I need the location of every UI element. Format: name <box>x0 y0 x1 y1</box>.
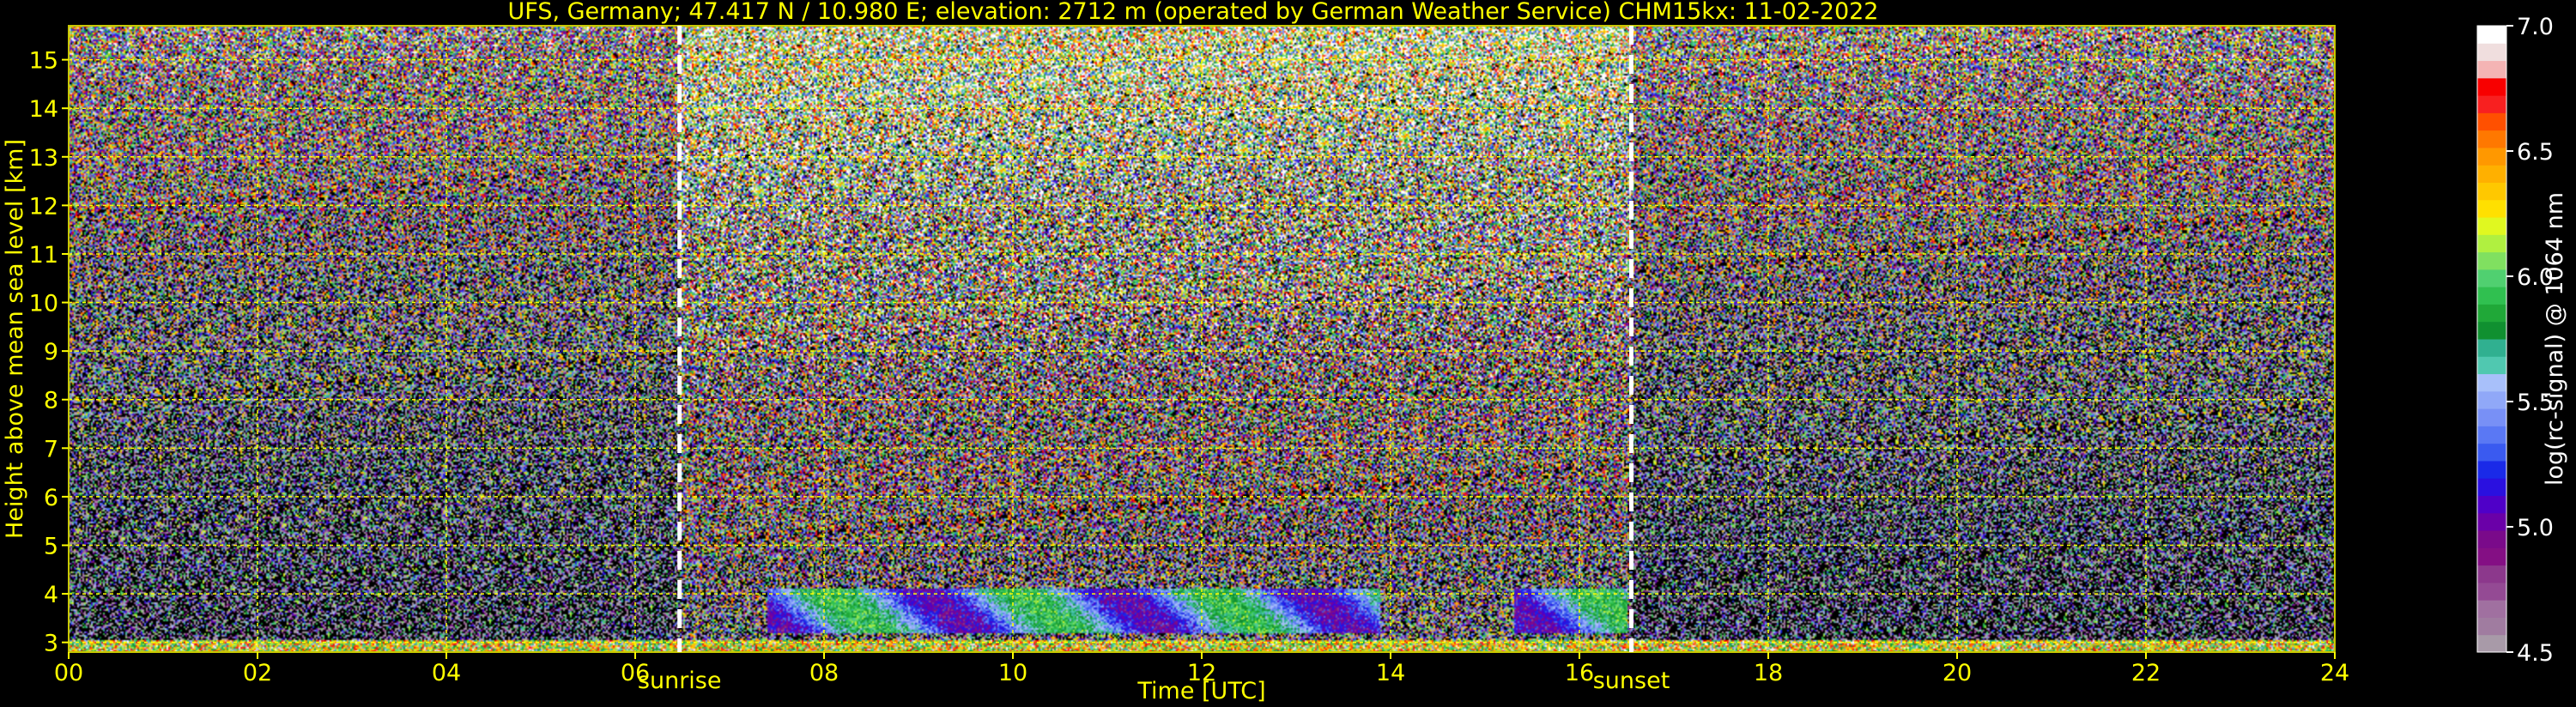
colorbar-swatch <box>2477 199 2506 218</box>
x-tick-label: 08 <box>809 660 839 686</box>
colorbar-swatch <box>2477 321 2506 340</box>
y-tick-label: 6 <box>44 485 58 511</box>
colorbar-swatch <box>2477 373 2506 392</box>
y-tick-label: 9 <box>44 339 58 366</box>
x-tick-label: 16 <box>1565 660 1594 686</box>
y-tick-label: 14 <box>29 96 58 123</box>
y-axis-label: Height above mean sea level [km] <box>2 139 28 539</box>
y-tick-label: 12 <box>29 193 58 220</box>
colorbar-swatch <box>2477 95 2506 113</box>
x-tick-label: 14 <box>1376 660 1405 686</box>
x-tick-label: 00 <box>54 660 83 686</box>
colorbar-swatch <box>2477 112 2506 131</box>
colorbar-swatch <box>2477 495 2506 514</box>
y-tick-label: 3 <box>44 631 58 657</box>
colorbar-swatch <box>2477 460 2506 479</box>
colorbar-swatch <box>2477 26 2506 44</box>
colorbar-swatch <box>2477 304 2506 323</box>
x-tick-label: 04 <box>432 660 461 686</box>
backscatter-heatmap <box>69 26 2335 652</box>
y-tick-label: 10 <box>29 291 58 317</box>
colorbar-swatch <box>2477 547 2506 566</box>
colorbar-swatch <box>2477 43 2506 62</box>
colorbar-label: log(rc-signal) @ 1064 nm <box>2542 192 2568 486</box>
colorbar-swatch <box>2477 390 2506 409</box>
colorbar-swatch <box>2477 130 2506 148</box>
colorbar-swatch <box>2477 478 2506 496</box>
colorbar-swatch <box>2477 634 2506 653</box>
colorbar-swatch <box>2477 165 2506 183</box>
x-tick-label: 10 <box>998 660 1027 686</box>
colorbar-swatch <box>2477 251 2506 270</box>
colorbar-swatch <box>2477 77 2506 96</box>
colorbar-swatch <box>2477 408 2506 426</box>
colorbar-swatch <box>2477 530 2506 548</box>
colorbar-swatch <box>2477 600 2506 618</box>
colorbar-swatch <box>2477 147 2506 166</box>
colorbar-swatch <box>2477 582 2506 601</box>
colorbar-tick-label: 7.0 <box>2517 14 2554 40</box>
colorbar-swatch <box>2477 426 2506 444</box>
colorbar-tick-label: 5.0 <box>2517 515 2554 541</box>
sunrise-label: sunrise <box>638 668 722 694</box>
sunset-label: sunset <box>1593 668 1670 694</box>
y-tick-label: 7 <box>44 436 58 462</box>
y-tick-label: 8 <box>44 388 58 414</box>
x-axis-label: Time [UTC] <box>1136 678 1265 704</box>
plot-area <box>69 26 2335 652</box>
x-tick-label: 24 <box>2320 660 2349 686</box>
colorbar-swatch <box>2477 617 2506 636</box>
colorbar-swatch <box>2477 339 2506 357</box>
colorbar-swatch <box>2477 217 2506 235</box>
x-tick-label: 22 <box>2131 660 2161 686</box>
y-tick-label: 13 <box>29 145 58 172</box>
colorbar-tick-label: 4.5 <box>2517 640 2554 667</box>
y-tick-label: 15 <box>29 48 58 75</box>
colorbar-swatch <box>2477 287 2506 305</box>
lidar-chart: 00 02 04 06 08 10 12 14 16 18 20 22 24 3456789101112… <box>0 0 2576 707</box>
colorbar-swatch <box>2477 512 2506 531</box>
colorbar-swatch <box>2477 60 2506 79</box>
colorbar-swatch <box>2477 269 2506 287</box>
colorbar-swatch <box>2477 565 2506 583</box>
x-tick-label: 20 <box>1943 660 1972 686</box>
x-tick-label: 02 <box>243 660 272 686</box>
colorbar-swatch <box>2477 443 2506 462</box>
chart-title: UFS, Germany; 47.417 N / 10.980 E; eleva… <box>508 0 1879 25</box>
y-tick-label: 4 <box>44 582 58 608</box>
colorbar-swatch <box>2477 234 2506 253</box>
colorbar-swatch <box>2477 182 2506 201</box>
y-tick-label: 11 <box>29 242 58 269</box>
colorbar-swatch <box>2477 356 2506 375</box>
colorbar-tick-label: 6.5 <box>2517 139 2554 166</box>
x-tick-label: 18 <box>1754 660 1783 686</box>
y-tick-label: 5 <box>44 534 58 560</box>
